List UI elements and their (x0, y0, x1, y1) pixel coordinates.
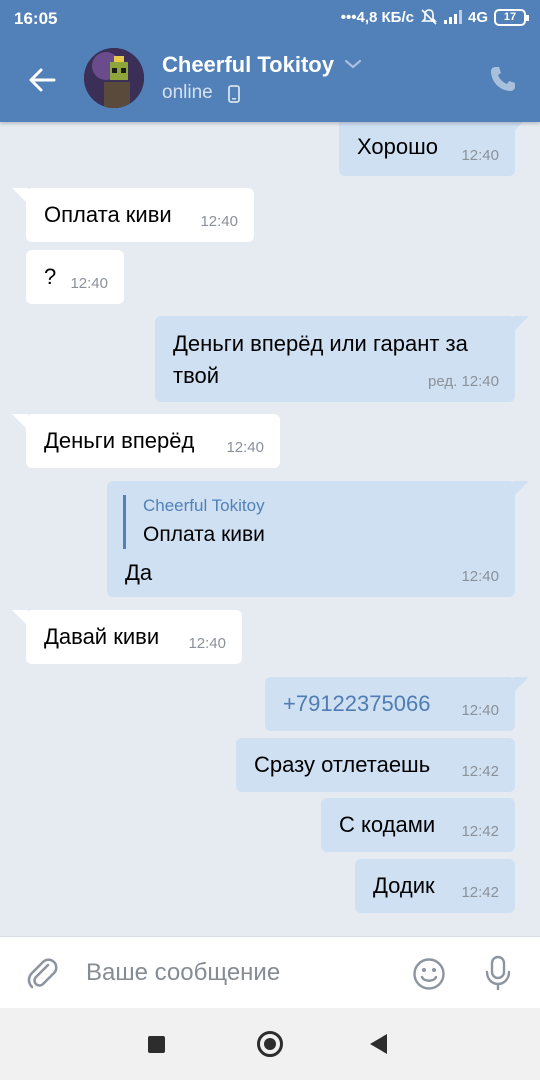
phone-icon[interactable] (488, 64, 518, 94)
message-time: 12:40 (200, 213, 238, 230)
message-text: Да (125, 560, 153, 585)
message-text: Сразу отлетаешь (254, 752, 431, 777)
message-time: 12:42 (461, 884, 499, 901)
message-text: Оплата киви (44, 202, 172, 227)
message-bubble-outgoing[interactable]: Сразу отлетаешь 12:42 (236, 738, 515, 792)
recent-apps-icon[interactable] (148, 1036, 165, 1053)
message-time: 12:40 (461, 702, 499, 719)
message-input[interactable] (86, 955, 386, 991)
message-bubble-outgoing[interactable]: Деньги вперёд или гарант за твой ред. 12… (155, 316, 529, 402)
reply-author[interactable]: Cheerful Tokitoy (143, 495, 265, 517)
message-time: 12:40 (226, 439, 264, 456)
message-time: 12:40 (70, 275, 108, 292)
contact-status: online (162, 82, 213, 103)
back-triangle-icon[interactable] (370, 1034, 387, 1054)
message-composer (0, 936, 540, 1008)
smiley-icon[interactable] (412, 957, 446, 991)
paperclip-icon[interactable] (26, 957, 58, 991)
status-time: 16:05 (14, 9, 58, 28)
status-bar: 16:05 •••4,8 КБ/с 4G 17 (0, 0, 540, 36)
avatar-image (84, 48, 144, 108)
message-text: ? (44, 264, 57, 289)
message-bubble-outgoing[interactable]: С кодами 12:42 (321, 798, 515, 852)
message-bubble-incoming[interactable]: Деньги вперёд 12:40 (12, 414, 280, 468)
message-bubble-incoming[interactable]: ? 12:40 (26, 250, 124, 304)
network-speed: •••4,8 КБ/с (340, 8, 414, 26)
message-time: 12:40 (461, 147, 499, 164)
status-indicators: •••4,8 КБ/с 4G 17 (340, 8, 529, 26)
message-text: Давай киви (44, 624, 160, 649)
network-type: 4G (467, 8, 488, 26)
avatar[interactable] (84, 48, 144, 108)
message-time: 12:42 (461, 763, 499, 780)
message-text: Хорошо (357, 134, 439, 159)
message-text-line-1: Деньги вперёд или гарант за (173, 331, 468, 356)
message-text: Додик (373, 873, 435, 898)
microphone-icon[interactable] (484, 955, 512, 993)
arrow-left-icon[interactable] (26, 64, 58, 96)
contact-name[interactable]: Cheerful Tokitoy (162, 52, 334, 78)
message-bubble-outgoing[interactable]: +79122375066 12:40 (265, 677, 529, 731)
phone-number-link[interactable]: +79122375066 (283, 688, 430, 720)
top-app-bar: 16:05 •••4,8 КБ/с 4G 17 Cheerful Tokitoy… (0, 0, 540, 122)
message-time-edited: ред. 12:40 (428, 373, 499, 390)
message-bubble-outgoing[interactable]: Хорошо 12:40 (339, 116, 529, 176)
message-bubble-incoming[interactable]: Давай киви 12:40 (12, 610, 242, 664)
message-text: С кодами (339, 812, 436, 837)
message-time: 12:40 (461, 568, 499, 585)
message-text-line-2: твой (173, 363, 220, 388)
reply-quote-bar (123, 495, 126, 549)
message-time: 12:40 (188, 635, 226, 652)
system-navigation-bar (0, 1008, 540, 1080)
message-bubble-incoming[interactable]: Оплата киви 12:40 (12, 188, 254, 242)
mobile-device-icon (228, 85, 240, 103)
muted-bell-icon (421, 9, 437, 25)
message-time: 12:42 (461, 823, 499, 840)
message-bubble-outgoing[interactable]: Додик 12:42 (355, 859, 515, 913)
home-icon[interactable] (257, 1031, 283, 1057)
reply-text[interactable]: Оплата киви (143, 521, 265, 549)
message-bubble-outgoing-reply[interactable]: Cheerful Tokitoy Оплата киви Да 12:40 (107, 481, 529, 597)
message-text: Деньги вперёд (44, 428, 195, 453)
chevron-down-icon[interactable] (344, 58, 362, 70)
battery-icon: 17 (494, 8, 529, 26)
signal-icon (443, 10, 462, 24)
